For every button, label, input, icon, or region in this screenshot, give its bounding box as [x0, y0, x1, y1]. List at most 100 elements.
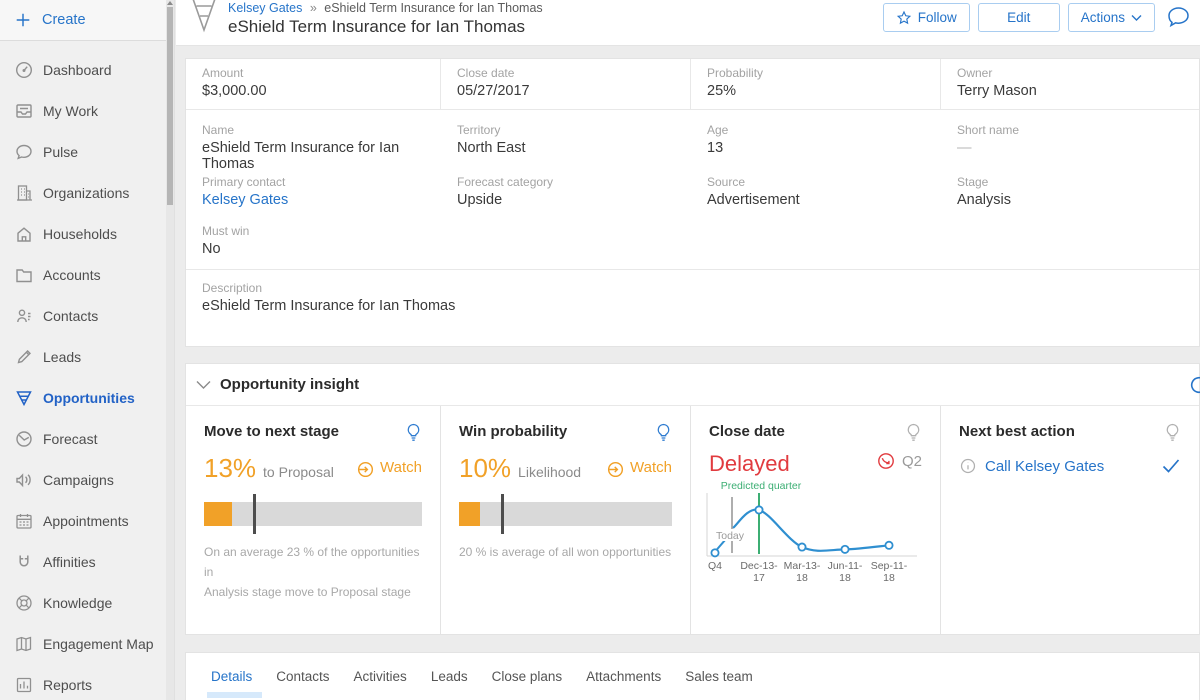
sidebar-item-appointments[interactable]: Appointments	[0, 500, 174, 541]
close-date-chart-wrap: Predicted quarterTodayQ4Dec-13-17Mar-13-…	[703, 481, 922, 589]
details-fields-panel: Amount $3,000.00 Close date 05/27/2017 P…	[185, 58, 1200, 347]
field-must-win: Must win No	[186, 214, 1199, 269]
svg-text:18: 18	[883, 572, 895, 584]
field-name: Name eShield Term Insurance for Ian Thom…	[186, 110, 441, 162]
lightbulb-icon	[655, 423, 672, 443]
delayed-status: Delayed	[709, 451, 790, 477]
field-amount: Amount $3,000.00	[186, 59, 441, 109]
building-icon	[14, 183, 34, 203]
header-text: Kelsey Gates » eShield Term Insurance fo…	[228, 1, 543, 37]
insight-cards: Move to next stage 13% to Proposal Watch	[186, 406, 1199, 635]
trend-down-icon	[876, 451, 896, 471]
edit-button[interactable]: Edit	[978, 3, 1060, 32]
field-primary-contact: Primary contact Kelsey Gates	[186, 162, 441, 214]
tab-attachments[interactable]: Attachments	[586, 669, 661, 698]
field-description: Description eShield Term Insurance for I…	[186, 270, 1199, 325]
collapse-chevron-icon[interactable]	[196, 380, 211, 390]
sidebar-item-organizations[interactable]: Organizations	[0, 172, 174, 213]
megaphone-icon	[14, 470, 34, 490]
breadcrumb-current: eShield Term Insurance for Ian Thomas	[324, 1, 542, 15]
sidebar-item-opportunities[interactable]: Opportunities	[0, 377, 174, 418]
tab-sales-team[interactable]: Sales team	[685, 669, 753, 698]
tab-contacts[interactable]: Contacts	[276, 669, 329, 698]
tab-activities[interactable]: Activities	[354, 669, 407, 698]
field-source: Source Advertisement	[691, 162, 941, 214]
svg-text:Jun-11-: Jun-11-	[828, 560, 863, 572]
field-forecast-category: Forecast category Upside	[441, 162, 691, 214]
sidebar-item-engagement-map[interactable]: Engagement Map	[0, 623, 174, 664]
win-percentage: 10%	[459, 453, 511, 484]
svg-text:18: 18	[839, 572, 851, 584]
sidebar-item-dashboard[interactable]: Dashboard	[0, 49, 174, 90]
refresh-icon[interactable]	[1188, 374, 1200, 396]
page-header: Kelsey Gates » eShield Term Insurance fo…	[176, 0, 1200, 46]
move-progress-bar	[204, 502, 422, 526]
win-caption: 20 % is average of all won opportunities	[459, 542, 672, 562]
average-marker	[253, 494, 256, 534]
actions-button[interactable]: Actions	[1068, 3, 1155, 32]
svg-text:Q4: Q4	[708, 560, 722, 572]
scroll-up-arrow[interactable]	[167, 1, 173, 5]
lightbulb-icon	[405, 423, 422, 443]
sidebar-item-affinities[interactable]: Affinities	[0, 541, 174, 582]
card-move-to-next-stage: Move to next stage 13% to Proposal Watch	[186, 406, 441, 635]
tab-leads[interactable]: Leads	[431, 669, 468, 698]
close-date-chart: Predicted quarterTodayQ4Dec-13-17Mar-13-…	[703, 481, 923, 589]
breadcrumb-link[interactable]: Kelsey Gates	[228, 1, 302, 15]
sidebar-item-forecast[interactable]: Forecast	[0, 418, 174, 459]
tab-details[interactable]: Details	[211, 669, 252, 698]
sidebar-item-knowledge[interactable]: Knowledge	[0, 582, 174, 623]
sidebar-item-pulse[interactable]: Pulse	[0, 131, 174, 172]
call-action-link[interactable]: Call Kelsey Gates	[985, 458, 1104, 475]
sidebar-item-campaigns[interactable]: Campaigns	[0, 459, 174, 500]
breadcrumb-separator: »	[310, 1, 317, 15]
calendar-icon	[14, 511, 34, 531]
card-win-probability: Win probability 10% Likelihood Watch	[441, 406, 691, 635]
sidebar-item-my-work[interactable]: My Work	[0, 90, 174, 131]
primary-contact-link[interactable]: Kelsey Gates	[202, 192, 425, 208]
funnel-icon	[14, 388, 34, 408]
move-caption: On an average 23 % of the opportunities …	[204, 542, 422, 602]
svg-text:Sep-11-: Sep-11-	[871, 560, 908, 572]
field-stage: Stage Analysis	[941, 162, 1199, 214]
field-owner: Owner Terry Mason	[941, 59, 1199, 109]
tabs-row: Details Contacts Activities Leads Close …	[186, 653, 1199, 698]
lightbulb-icon	[905, 423, 922, 443]
house-icon	[14, 224, 34, 244]
sidebar-item-leads[interactable]: Leads	[0, 336, 174, 377]
sidebar-item-households[interactable]: Households	[0, 213, 174, 254]
svg-text:Mar-13-: Mar-13-	[784, 560, 821, 572]
svg-text:18: 18	[796, 572, 808, 584]
magnet-icon	[14, 552, 34, 572]
tab-close-plans[interactable]: Close plans	[492, 669, 563, 698]
field-age: Age 13	[691, 110, 941, 162]
watch-button-win[interactable]: Watch	[606, 458, 672, 477]
sidebar-item-contacts[interactable]: Contacts	[0, 295, 174, 336]
record-tabs-panel: Details Contacts Activities Leads Close …	[185, 652, 1200, 700]
map-icon	[14, 634, 34, 654]
chat-bubble-icon[interactable]	[1165, 4, 1192, 31]
speech-bubble-icon	[14, 142, 34, 162]
field-probability: Probability 25%	[691, 59, 941, 109]
field-territory: Territory North East	[441, 110, 691, 162]
info-icon	[959, 457, 977, 475]
scrollbar-thumb[interactable]	[167, 7, 173, 205]
create-label: Create	[42, 12, 86, 28]
chevron-down-icon	[1131, 14, 1142, 22]
field-short-name: Short name —	[941, 110, 1199, 162]
insight-header: Opportunity insight	[186, 364, 1199, 406]
sidebar-scrollbar[interactable]	[166, 0, 174, 700]
pencil-icon	[14, 347, 34, 367]
sidebar-item-reports[interactable]: Reports	[0, 664, 174, 700]
svg-text:Today: Today	[716, 530, 745, 542]
svg-text:Dec-13-: Dec-13-	[740, 560, 778, 572]
accept-check-icon[interactable]	[1161, 457, 1181, 475]
create-button[interactable]: Create	[0, 0, 174, 41]
main-content: Kelsey Gates » eShield Term Insurance fo…	[176, 0, 1200, 700]
watch-button-move[interactable]: Watch	[356, 458, 422, 477]
opportunity-insight-panel: Opportunity insight Move to next stage 1…	[185, 363, 1200, 635]
sidebar-item-accounts[interactable]: Accounts	[0, 254, 174, 295]
follow-button[interactable]: Follow	[883, 3, 970, 32]
breadcrumb: Kelsey Gates » eShield Term Insurance fo…	[228, 1, 543, 15]
insight-title: Opportunity insight	[220, 376, 359, 393]
